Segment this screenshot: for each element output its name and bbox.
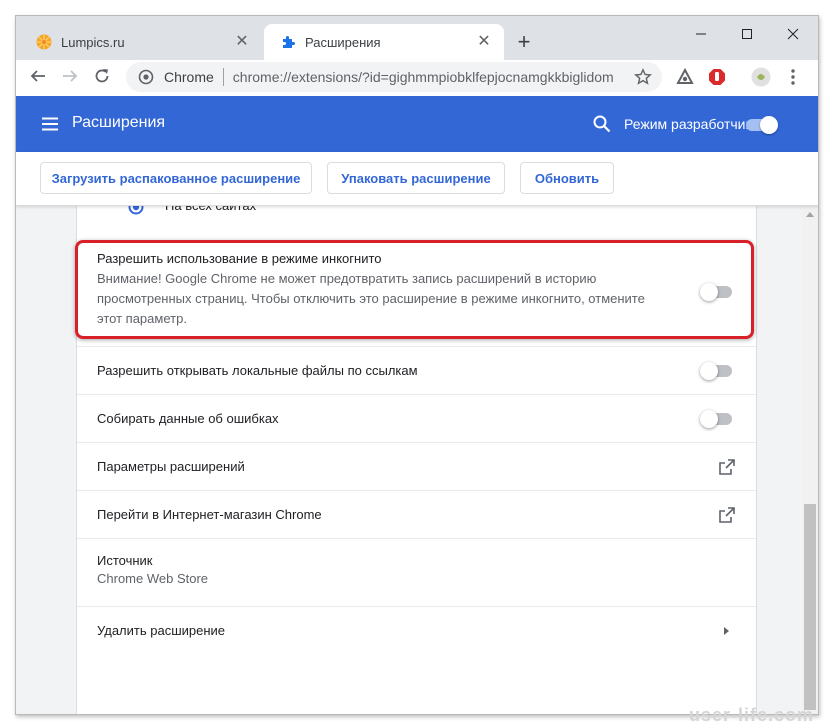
source-row: Источник Chrome Web Store [77, 538, 756, 606]
pack-extension-button[interactable]: Упаковать расширение [327, 162, 505, 194]
open-in-new-icon[interactable] [718, 506, 736, 524]
chevron-right-icon[interactable] [721, 625, 731, 637]
extension-options-row[interactable]: Параметры расширений [77, 442, 756, 490]
toggle-knob [700, 410, 718, 428]
close-window-icon[interactable] [770, 22, 816, 46]
page-title: Расширения [72, 114, 166, 131]
open-in-new-icon[interactable] [718, 458, 736, 476]
more-menu-icon[interactable] [782, 66, 804, 88]
chrome-store-row[interactable]: Перейти в Интернет-магазин Chrome [77, 490, 756, 538]
adblock-hand-icon[interactable] [706, 66, 728, 88]
file-urls-row: Разрешить открывать локальные файлы по с… [77, 346, 756, 394]
extension-options-label: Параметры расширений [97, 459, 245, 474]
extensions-header: Расширения Режим разработчика [16, 96, 818, 152]
tab-title: Расширения [305, 34, 381, 50]
omnibox-chip: Chrome [164, 69, 214, 85]
maximize-icon[interactable] [724, 22, 770, 46]
watermark-text: user-life.com [688, 705, 814, 725]
scroll-up-arrow-icon[interactable] [805, 210, 815, 218]
close-tab-icon[interactable]: ✕ [234, 34, 250, 50]
extension-triangle-icon[interactable] [674, 66, 696, 88]
collect-errors-toggle[interactable] [700, 410, 734, 428]
chrome-site-icon [138, 69, 154, 85]
search-icon[interactable] [592, 114, 612, 134]
incognito-highlight-frame [75, 240, 754, 339]
vertical-scrollbar[interactable] [802, 206, 818, 714]
close-tab-icon[interactable]: ✕ [476, 34, 492, 50]
reload-icon[interactable] [88, 62, 116, 90]
tab-strip: Lumpics.ru ✕ Расширения ✕ + [16, 16, 818, 60]
tab-title: Lumpics.ru [61, 34, 125, 50]
address-bar[interactable]: Chrome chrome://extensions/?id=gighmmpio… [126, 62, 662, 92]
file-urls-label: Разрешить открывать локальные файлы по с… [97, 363, 418, 378]
collect-errors-label: Собирать данные об ошибках [97, 411, 279, 426]
url-text[interactable]: chrome://extensions/?id=gighmmpiobklfepj… [233, 69, 614, 85]
minimize-icon[interactable] [678, 22, 724, 46]
file-urls-toggle[interactable] [700, 362, 734, 380]
developer-mode-label: Режим разработчика [624, 116, 760, 132]
update-button[interactable]: Обновить [520, 162, 614, 194]
remove-extension-row[interactable]: Удалить расширение [77, 606, 756, 654]
profile-avatar-icon[interactable] [750, 66, 772, 88]
chrome-store-label: Перейти в Интернет-магазин Chrome [97, 507, 322, 522]
omnibox-separator [222, 68, 224, 86]
back-arrow-icon[interactable] [24, 62, 52, 90]
puzzle-piece-icon [283, 36, 295, 48]
collect-errors-row: Собирать данные об ошибках [77, 394, 756, 442]
toggle-knob [700, 362, 718, 380]
toggle-knob [760, 116, 778, 134]
tab-lumpics[interactable]: Lumpics.ru ✕ [20, 24, 262, 60]
developer-action-bar: Загрузить распакованное расширение Упако… [16, 152, 818, 206]
forward-arrow-icon[interactable] [56, 62, 84, 90]
source-value: Chrome Web Store [97, 571, 209, 586]
browser-window: Lumpics.ru ✕ Расширения ✕ + Chrome chrom… [15, 15, 819, 715]
hamburger-menu-icon[interactable] [40, 114, 60, 134]
scrollbar-thumb[interactable] [804, 504, 816, 710]
load-unpacked-button[interactable]: Загрузить распакованное расширение [40, 162, 312, 194]
bookmark-star-icon[interactable] [634, 68, 652, 86]
developer-mode-toggle[interactable] [744, 116, 778, 134]
tab-extensions[interactable]: Расширения ✕ [264, 24, 504, 60]
lumpics-favicon-icon [36, 34, 52, 50]
remove-extension-label: Удалить расширение [97, 623, 226, 638]
source-label: Источник [97, 553, 153, 568]
browser-toolbar: Chrome chrome://extensions/?id=gighmmpio… [16, 60, 818, 96]
new-tab-plus-icon[interactable]: + [512, 30, 536, 54]
